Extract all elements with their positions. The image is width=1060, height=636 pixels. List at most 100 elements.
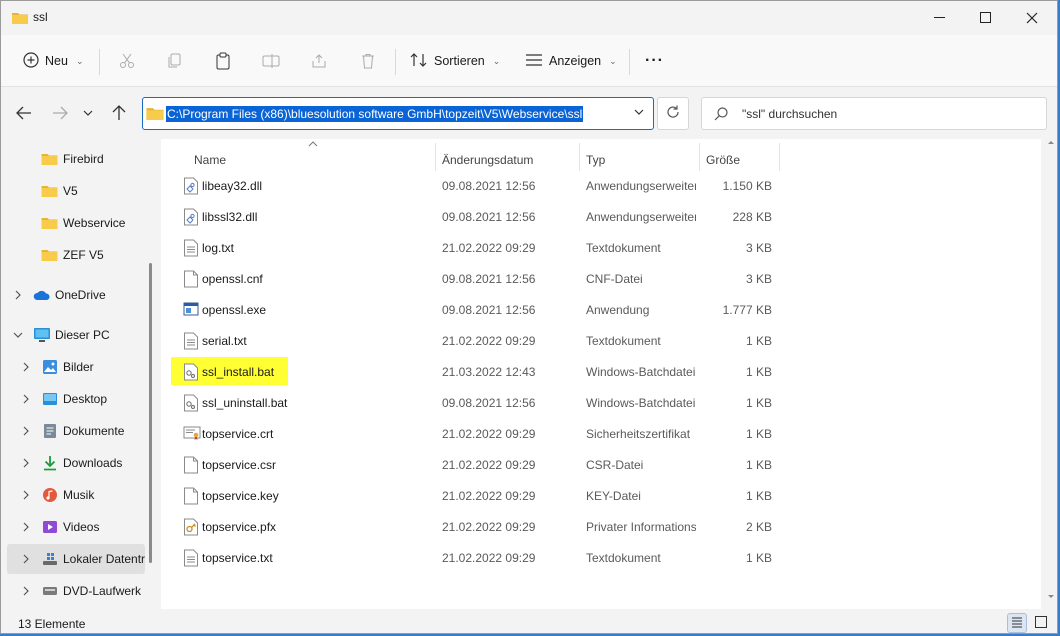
chevron-right-icon[interactable] <box>21 394 31 404</box>
sidebar-item-label: Lokaler Datenträger (C:) <box>63 552 145 566</box>
close-button[interactable] <box>1009 1 1055 35</box>
file-name[interactable]: openssl.cnf <box>202 272 263 286</box>
share-icon[interactable] <box>309 51 329 71</box>
file-date: 21.03.2022 12:43 <box>442 365 536 379</box>
file-name[interactable]: topservice.csr <box>202 458 276 472</box>
file-name[interactable]: libeay32.dll <box>202 179 262 193</box>
chevron-right-icon[interactable] <box>21 522 31 532</box>
chevron-down-icon[interactable] <box>13 330 23 340</box>
file-row[interactable]: log.txt 21.02.2022 09:29 Textdokument 3 KB <box>175 233 935 263</box>
file-size: 1.777 KB <box>722 303 772 317</box>
file-name[interactable]: topservice.txt <box>202 551 273 565</box>
file-list-scrollbar[interactable] <box>1047 141 1055 601</box>
sidebar-item-zef-v5[interactable]: ZEF V5 <box>7 240 145 270</box>
file-row[interactable]: topservice.key 21.02.2022 09:29 KEY-Datei 1… <box>175 481 935 511</box>
file-name[interactable]: openssl.exe <box>202 303 266 317</box>
sidebar-item-firebird[interactable]: Firebird <box>7 144 145 174</box>
sidebar-item-pictures[interactable]: Bilder <box>7 352 145 382</box>
folder-icon <box>146 106 164 124</box>
sidebar-item-desktop[interactable]: Desktop <box>7 384 145 414</box>
file-row[interactable]: serial.txt 21.02.2022 09:29 Textdokument 1 … <box>175 326 935 356</box>
file-name[interactable]: topservice.key <box>202 489 279 503</box>
file-name[interactable]: libssl32.dll <box>202 210 257 224</box>
file-name[interactable]: log.txt <box>202 241 234 255</box>
sidebar-item-label: OneDrive <box>55 288 106 302</box>
chevron-down-icon[interactable] <box>633 106 645 121</box>
file-row[interactable]: libssl32.dll 09.08.2021 12:56 Anwendungser… <box>175 202 935 232</box>
sort-button[interactable]: Sortieren ⌄ <box>410 47 500 75</box>
sidebar-item-v5[interactable]: V5 <box>7 176 145 206</box>
file-row[interactable]: topservice.csr 21.02.2022 09:29 CSR-Datei 1… <box>175 450 935 480</box>
file-date: 21.02.2022 09:29 <box>442 551 536 565</box>
sort-label: Sortieren <box>434 54 485 68</box>
file-row[interactable]: openssl.exe 09.08.2021 12:56 Anwendung 1.77… <box>175 295 935 325</box>
chevron-right-icon[interactable] <box>13 290 23 300</box>
column-divider[interactable] <box>435 143 436 171</box>
file-name[interactable]: topservice.pfx <box>202 520 276 534</box>
file-date: 21.02.2022 09:29 <box>442 489 536 503</box>
recent-locations-chevron-icon[interactable] <box>81 104 95 122</box>
file-row[interactable]: libeay32.dll 09.08.2021 12:56 Anwendungser… <box>175 171 935 201</box>
sidebar-item-dvd-drive[interactable]: DVD-Laufwerk <box>7 576 145 606</box>
batch-file-icon <box>183 363 199 381</box>
chevron-right-icon[interactable] <box>21 554 31 564</box>
file-name[interactable]: ssl_uninstall.bat <box>202 396 287 410</box>
chevron-right-icon[interactable] <box>21 586 31 596</box>
sidebar-item-documents[interactable]: Dokumente <box>7 416 145 446</box>
divider <box>99 49 100 75</box>
file-name[interactable]: topservice.crt <box>202 427 273 441</box>
sidebar-item-onedrive[interactable]: OneDrive <box>7 280 145 310</box>
more-options-button[interactable]: ··· <box>645 47 664 75</box>
new-button[interactable]: Neu ⌄ <box>23 47 83 75</box>
view-button[interactable]: Anzeigen ⌄ <box>525 47 617 75</box>
address-path-text[interactable]: C:\Program Files (x86)\bluesolution soft… <box>166 106 584 122</box>
up-arrow-icon[interactable] <box>110 104 128 122</box>
file-row[interactable]: topservice.crt 21.02.2022 09:29 Sicherheit… <box>175 419 935 449</box>
column-divider[interactable] <box>779 143 780 171</box>
maximize-button[interactable] <box>963 1 1009 35</box>
sidebar-item-videos[interactable]: Videos <box>7 512 145 542</box>
cut-icon[interactable] <box>117 51 137 71</box>
sidebar-item-local-disk[interactable]: Lokaler Datenträger (C:) <box>7 544 145 574</box>
chevron-right-icon[interactable] <box>21 490 31 500</box>
chevron-right-icon[interactable] <box>21 458 31 468</box>
minimize-button[interactable] <box>917 1 963 35</box>
file-name[interactable]: serial.txt <box>202 334 247 348</box>
sidebar-item-webservice[interactable]: Webservice <box>7 208 145 238</box>
sidebar-item-label: ZEF V5 <box>63 248 104 262</box>
refresh-button[interactable] <box>657 97 689 130</box>
sidebar-scrollbar[interactable] <box>149 263 152 563</box>
file-row[interactable]: openssl.cnf 09.08.2021 12:56 CNF-Datei 3 KB <box>175 264 935 294</box>
column-divider[interactable] <box>579 143 580 171</box>
text-file-icon <box>183 332 199 350</box>
details-view-button[interactable] <box>1007 613 1027 633</box>
file-date: 21.02.2022 09:29 <box>442 458 536 472</box>
file-row[interactable]: topservice.txt 21.02.2022 09:29 Textdokume… <box>175 543 935 573</box>
paste-icon[interactable] <box>213 51 233 71</box>
column-divider[interactable] <box>699 143 700 171</box>
chevron-right-icon[interactable] <box>21 362 31 372</box>
address-bar[interactable]: C:\Program Files (x86)\bluesolution soft… <box>142 97 654 130</box>
forward-arrow-icon[interactable] <box>51 104 69 122</box>
delete-icon[interactable] <box>358 51 378 71</box>
sidebar-item-music[interactable]: Musik <box>7 480 145 510</box>
search-input[interactable] <box>742 105 1032 123</box>
file-date: 09.08.2021 12:56 <box>442 210 536 224</box>
sidebar-item-label: V5 <box>63 184 78 198</box>
search-box[interactable] <box>701 97 1047 130</box>
file-row[interactable]: topservice.pfx 21.02.2022 09:29 Privater I… <box>175 512 935 542</box>
rename-icon[interactable] <box>261 51 281 71</box>
chevron-right-icon[interactable] <box>21 426 31 436</box>
copy-icon[interactable] <box>165 51 185 71</box>
tiles-view-button[interactable] <box>1031 613 1051 633</box>
file-row[interactable]: ssl_uninstall.bat 09.08.2021 12:56 Windows… <box>175 388 935 418</box>
back-arrow-icon[interactable] <box>15 104 33 122</box>
sidebar-item-label: Downloads <box>63 456 123 470</box>
sidebar-item-label: Webservice <box>63 216 126 230</box>
file-row[interactable]: ssl_install.bat 21.03.2022 12:43 Windows-B… <box>171 357 935 387</box>
file-size: 1 KB <box>745 334 772 348</box>
file-type: CNF-Datei <box>586 272 643 286</box>
sidebar-item-this-pc[interactable]: Dieser PC <box>7 320 145 350</box>
file-name[interactable]: ssl_install.bat <box>202 365 274 379</box>
sidebar-item-downloads[interactable]: Downloads <box>7 448 145 478</box>
